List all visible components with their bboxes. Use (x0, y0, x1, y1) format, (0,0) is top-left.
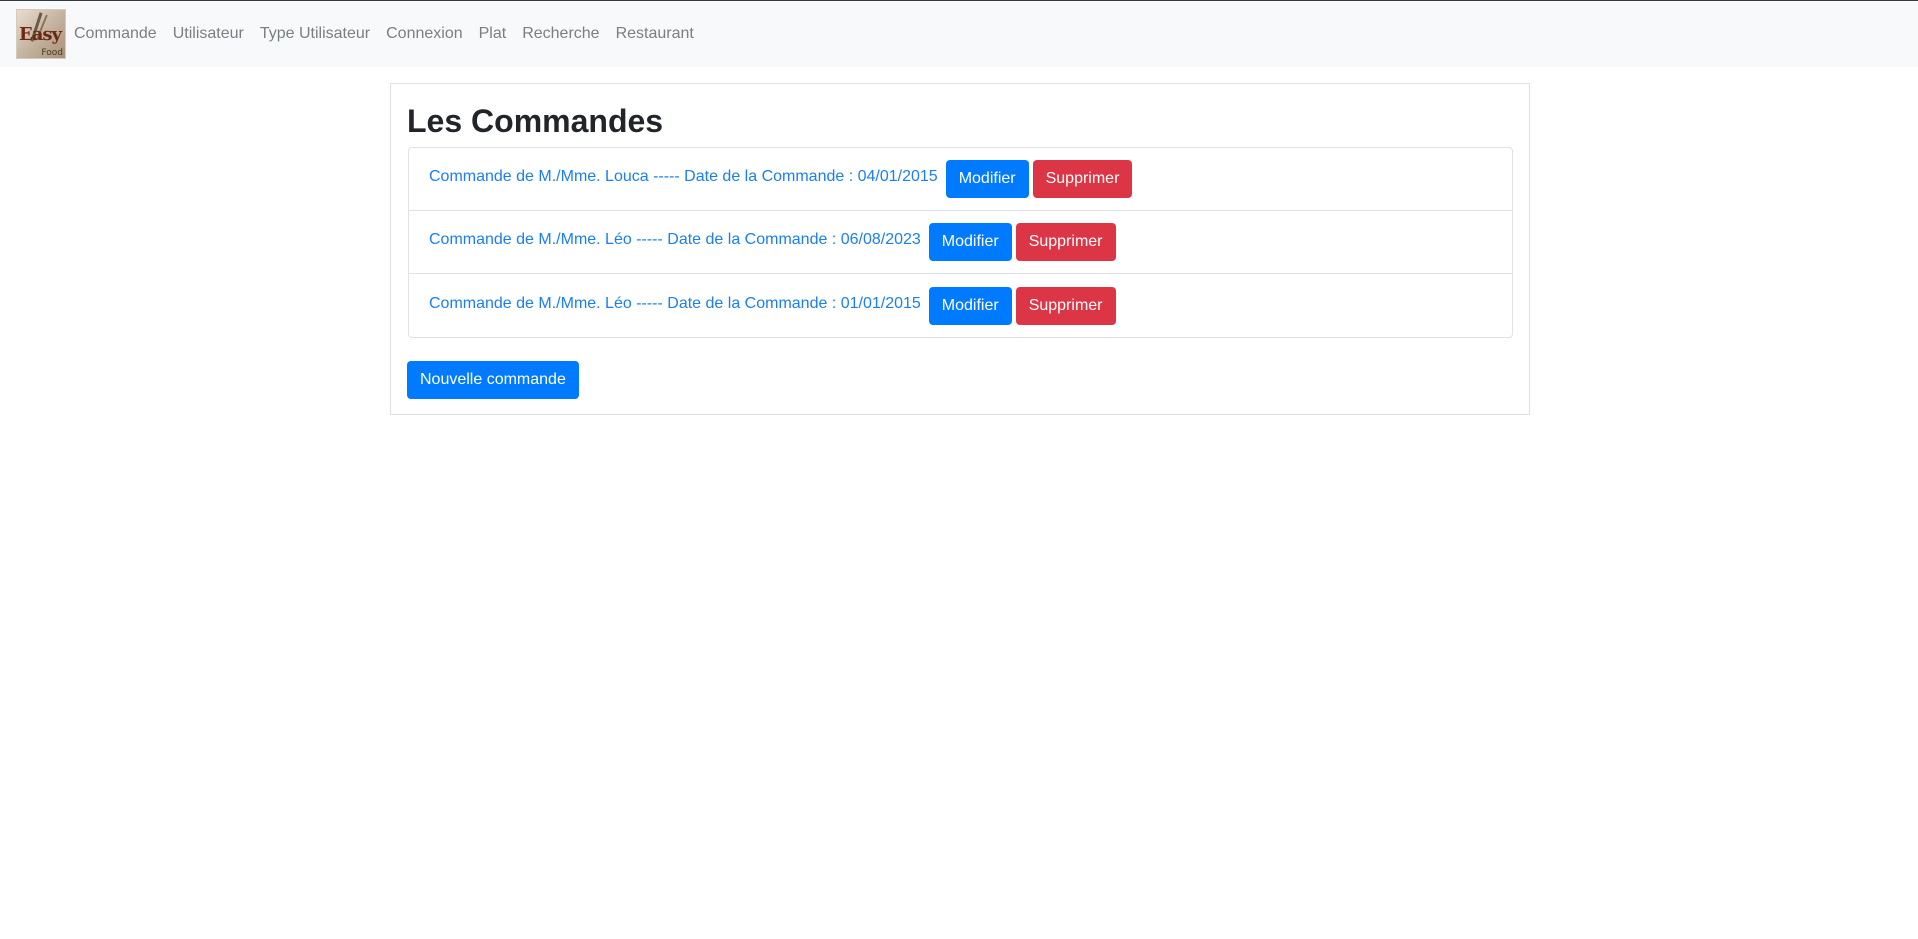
orders-card: Les Commandes Commande de M./Mme. Louca … (390, 83, 1530, 415)
order-link[interactable]: Commande de M./Mme. Léo ----- Date de la… (429, 231, 921, 249)
nav-link-utilisateur[interactable]: Utilisateur (173, 25, 244, 43)
delete-button[interactable]: Supprimer (1032, 160, 1133, 198)
modify-button[interactable]: Modifier (928, 286, 1012, 325)
order-row: Commande de M./Mme. Louca ----- Date de … (409, 148, 1512, 211)
nav-link-recherche[interactable]: Recherche (522, 25, 599, 43)
modify-button[interactable]: Modifier (928, 223, 1012, 261)
new-order-button[interactable]: Nouvelle commande (407, 361, 579, 399)
order-link[interactable]: Commande de M./Mme. Léo ----- Date de la… (429, 295, 921, 313)
orders-list: Commande de M./Mme. Louca ----- Date de … (408, 147, 1513, 338)
nav-link-connexion[interactable]: Connexion (386, 25, 463, 43)
order-row: Commande de M./Mme. Léo ----- Date de la… (409, 274, 1512, 337)
delete-button[interactable]: Supprimer (1015, 286, 1116, 325)
logo-text-main: Easy (19, 24, 62, 45)
page-title: Les Commandes (407, 103, 664, 139)
nav-link-commande[interactable]: Commande (74, 25, 157, 43)
modify-button[interactable]: Modifier (945, 160, 1029, 198)
order-link[interactable]: Commande de M./Mme. Louca ----- Date de … (429, 168, 938, 186)
easy-food-logo[interactable]: Easy Food (16, 9, 66, 59)
delete-button[interactable]: Supprimer (1015, 223, 1116, 261)
logo-text-sub: Food (41, 48, 63, 58)
nav-link-plat[interactable]: Plat (479, 25, 507, 43)
navbar: Easy Food Commande Utilisateur Type Util… (0, 1, 1918, 67)
nav-link-restaurant[interactable]: Restaurant (616, 25, 694, 43)
order-row: Commande de M./Mme. Léo ----- Date de la… (409, 211, 1512, 274)
nav-link-type-utilisateur[interactable]: Type Utilisateur (260, 25, 370, 43)
